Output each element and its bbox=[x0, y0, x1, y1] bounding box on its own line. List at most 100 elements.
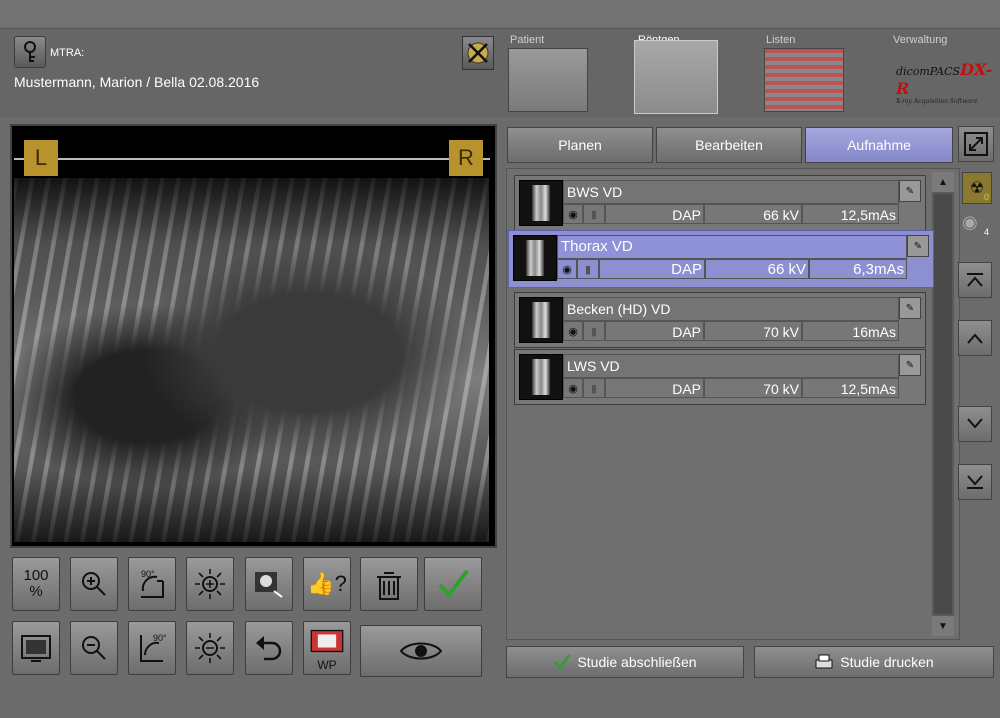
eye-icon[interactable]: ◉ bbox=[563, 378, 583, 398]
rate-image-button[interactable]: 👍? bbox=[303, 557, 351, 611]
brightness-up-button[interactable] bbox=[186, 557, 234, 611]
exam-row-thorax[interactable]: Thorax VD ✎ ◉ ▮ DAP 66 kV 6,3mAs bbox=[508, 230, 934, 288]
rotate-left-icon: 90° bbox=[140, 633, 167, 662]
exam-thumbnail bbox=[519, 180, 563, 226]
undo-button[interactable] bbox=[245, 621, 293, 675]
tab-patient[interactable]: Patient bbox=[510, 34, 544, 46]
window-preset-button[interactable]: WP bbox=[303, 621, 351, 675]
exam-kv: 70 kV bbox=[704, 378, 802, 398]
scroll-down-button[interactable] bbox=[958, 406, 992, 442]
checkmark-icon bbox=[554, 654, 571, 671]
trash-icon bbox=[377, 572, 401, 600]
expand-icon bbox=[964, 132, 988, 156]
exam-thumbnail bbox=[513, 235, 557, 281]
rotate-right-button[interactable]: 90° bbox=[128, 557, 176, 611]
zoom-in-icon bbox=[82, 572, 106, 596]
exam-mas: 16mAs bbox=[802, 321, 899, 341]
trash-icon[interactable]: ▮ bbox=[583, 204, 605, 224]
image-viewer[interactable]: L R bbox=[10, 124, 497, 548]
edit-icon[interactable]: ✎ bbox=[907, 235, 929, 257]
listen-thumbnail[interactable] bbox=[764, 48, 844, 112]
header-bar bbox=[0, 28, 1000, 117]
eye-icon[interactable]: ◉ bbox=[557, 259, 577, 279]
print-study-label: Studie drucken bbox=[840, 654, 934, 670]
edit-icon[interactable]: ✎ bbox=[899, 297, 921, 319]
brightness-up-icon bbox=[195, 569, 225, 599]
patient-thumbnail[interactable] bbox=[508, 48, 588, 112]
thumbs-up-icon: 👍? bbox=[307, 571, 347, 596]
brightness-down-icon bbox=[195, 633, 225, 663]
marker-right: R bbox=[449, 140, 483, 176]
exam-kv: 66 kV bbox=[705, 259, 809, 279]
exam-name: LWS VD bbox=[563, 354, 899, 378]
tab-verwaltung[interactable]: Verwaltung bbox=[893, 34, 947, 46]
exam-row-becken[interactable]: Becken (HD) VD ✎ ◉ ▮ DAP 70 kV 16mAs bbox=[514, 292, 926, 348]
print-study-button[interactable]: Studie drucken bbox=[754, 646, 994, 678]
scroll-bottom-button[interactable] bbox=[958, 464, 992, 500]
mode-planen[interactable]: Planen bbox=[507, 127, 653, 163]
exam-dap: DAP bbox=[605, 204, 704, 224]
exam-thumbnail bbox=[519, 297, 563, 343]
tab-listen[interactable]: Listen bbox=[766, 34, 795, 46]
rotate-right-icon: 90° bbox=[141, 569, 164, 598]
undo-icon bbox=[256, 636, 282, 661]
edit-icon[interactable]: ✎ bbox=[899, 180, 921, 202]
exam-dap: DAP bbox=[605, 378, 704, 398]
preview-button[interactable] bbox=[360, 625, 482, 677]
trash-icon[interactable]: ▮ bbox=[577, 259, 599, 279]
exam-dap: DAP bbox=[605, 321, 704, 341]
window-preset-icon bbox=[310, 629, 344, 653]
exam-name: Thorax VD bbox=[557, 235, 907, 259]
exam-kv: 70 kV bbox=[704, 321, 802, 341]
scroll-up-button[interactable] bbox=[958, 320, 992, 356]
exam-mas: 6,3mAs bbox=[809, 259, 907, 279]
mtra-label: MTRA: bbox=[50, 47, 85, 59]
exam-row-bws[interactable]: BWS VD ✎ ◉ ▮ DAP 66 kV 12,5mAs bbox=[514, 175, 926, 231]
exam-name: Becken (HD) VD bbox=[563, 297, 899, 321]
dicompacs-logo: dicomPACSDX-R X-ray Acquisition Software bbox=[896, 60, 993, 105]
checkmark-icon bbox=[438, 569, 469, 599]
mode-aufnahme[interactable]: Aufnahme bbox=[805, 127, 953, 163]
exam-kv: 66 kV bbox=[704, 204, 802, 224]
zoom-in-button[interactable] bbox=[70, 557, 118, 611]
fit-screen-button[interactable] bbox=[12, 621, 60, 675]
accept-image-button[interactable] bbox=[424, 557, 482, 611]
delete-image-button[interactable] bbox=[360, 557, 418, 611]
mode-bearbeiten[interactable]: Bearbeiten bbox=[656, 127, 802, 163]
zoom-out-icon bbox=[82, 636, 106, 660]
fit-screen-icon bbox=[21, 635, 51, 662]
scroll-bottom-icon bbox=[967, 475, 983, 489]
skull-preset-button[interactable] bbox=[245, 557, 293, 611]
scroll-top-icon bbox=[967, 273, 983, 287]
exam-mas: 12,5mAs bbox=[802, 204, 899, 224]
scroll-up-arrow[interactable]: ▲ bbox=[932, 172, 954, 192]
brightness-down-button[interactable] bbox=[186, 621, 234, 675]
edit-icon[interactable]: ✎ bbox=[899, 354, 921, 376]
scroll-thumb[interactable] bbox=[934, 194, 952, 614]
zoom-out-button[interactable] bbox=[70, 621, 118, 675]
exam-row-lws[interactable]: LWS VD ✎ ◉ ▮ DAP 70 kV 12,5mAs bbox=[514, 349, 926, 405]
rotate-left-button[interactable]: 90° bbox=[128, 621, 176, 675]
radiation-off-icon bbox=[467, 42, 489, 64]
scroll-down-arrow[interactable]: ▼ bbox=[932, 616, 954, 636]
close-study-button[interactable]: Studie abschließen bbox=[506, 646, 744, 678]
eye-icon[interactable]: ◉ bbox=[563, 204, 583, 224]
trash-icon[interactable]: ▮ bbox=[583, 321, 605, 341]
chevron-up-icon bbox=[967, 333, 983, 344]
close-study-label: Studie abschließen bbox=[577, 654, 697, 670]
key-icon bbox=[24, 41, 36, 62]
expand-button[interactable] bbox=[958, 126, 994, 162]
trash-icon[interactable]: ▮ bbox=[583, 378, 605, 398]
exam-thumbnail bbox=[519, 354, 563, 400]
zoom-100-button[interactable]: 100 % bbox=[12, 557, 60, 611]
scroll-top-button[interactable] bbox=[958, 262, 992, 298]
marker-wire bbox=[14, 158, 490, 160]
roentgen-thumbnail[interactable] bbox=[634, 40, 718, 114]
xray-image bbox=[14, 178, 489, 542]
no-radiation-button[interactable] bbox=[462, 36, 494, 70]
marker-left: L bbox=[24, 140, 58, 176]
eye-icon[interactable]: ◉ bbox=[563, 321, 583, 341]
radiation-count: 0 bbox=[984, 192, 990, 202]
key-icon-button[interactable] bbox=[14, 36, 46, 68]
patient-info: Mustermann, Marion / Bella 02.08.2016 bbox=[14, 74, 260, 90]
